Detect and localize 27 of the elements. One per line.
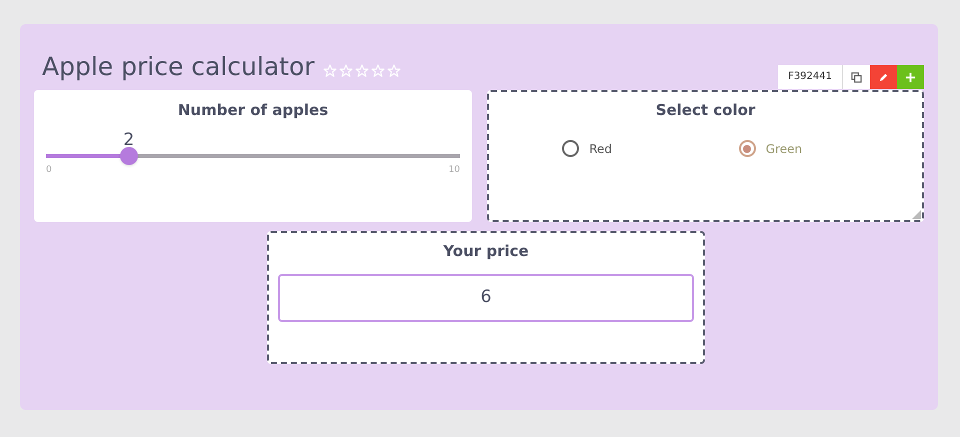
- plus-icon: [905, 72, 916, 82]
- radio-label: Green: [766, 140, 802, 158]
- slider-value: 2: [122, 128, 136, 152]
- star-icon[interactable]: [386, 64, 401, 78]
- element-id: F392441: [778, 65, 842, 89]
- star-icon[interactable]: [322, 64, 337, 78]
- star-icon[interactable]: [354, 64, 369, 78]
- resize-handle-icon[interactable]: [912, 210, 921, 219]
- star-icon[interactable]: [370, 64, 385, 78]
- move-button[interactable]: [897, 65, 924, 89]
- radio-button[interactable]: [738, 140, 756, 157]
- panel-title: Select color: [654, 100, 756, 121]
- copy-icon: [851, 72, 862, 82]
- slider-max-label: 10: [448, 164, 460, 176]
- star-icon[interactable]: [338, 64, 353, 78]
- radio-button[interactable]: [562, 140, 580, 157]
- slider-thumb[interactable]: [120, 146, 138, 164]
- app-title: Apple price calculator: [42, 51, 315, 83]
- price-output-field[interactable]: 6: [278, 274, 694, 322]
- slider[interactable]: 2 0 10: [46, 128, 460, 176]
- panel-title: Number of apples: [176, 100, 330, 121]
- copy-button[interactable]: [842, 65, 870, 89]
- panel-title: Your price: [442, 241, 530, 262]
- slider-min-label: 0: [46, 164, 52, 176]
- edit-button[interactable]: [870, 65, 897, 89]
- pencil-icon: [878, 72, 889, 82]
- radio-label: Red: [589, 140, 612, 158]
